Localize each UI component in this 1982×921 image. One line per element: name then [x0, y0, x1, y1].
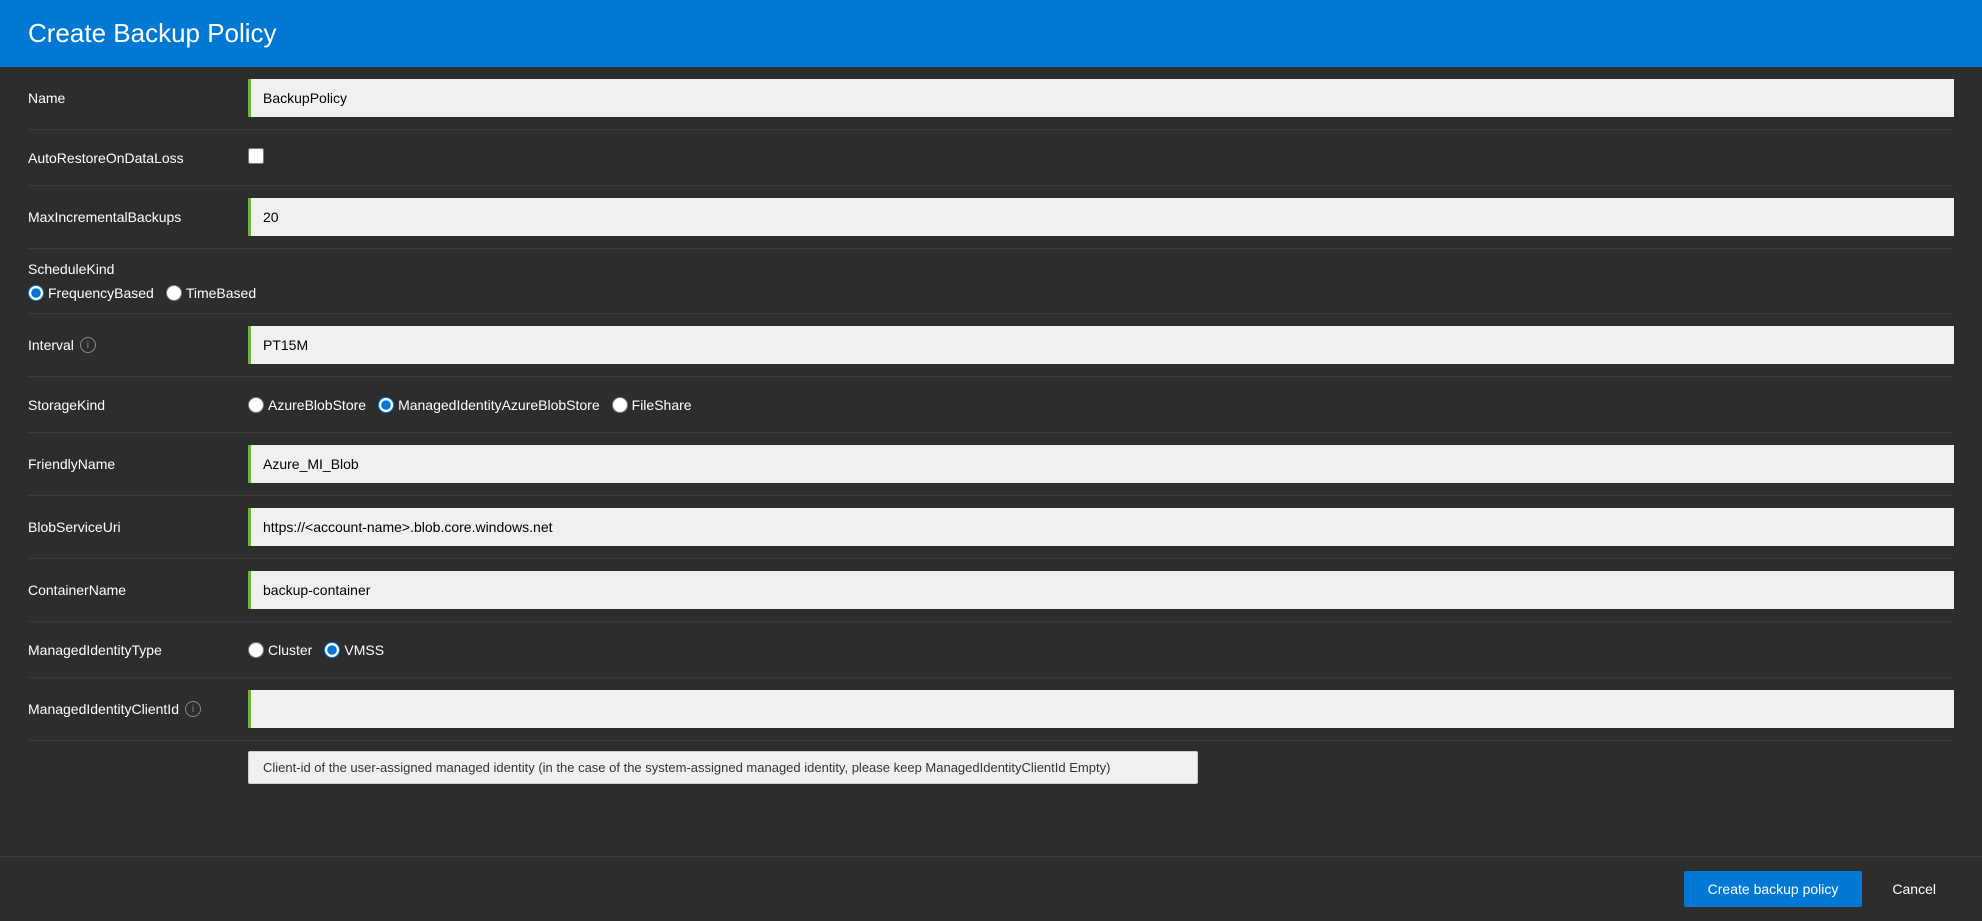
storage-fileshare-label: FileShare: [632, 397, 692, 413]
interval-label: Interval i: [28, 337, 248, 353]
auto-restore-row: AutoRestoreOnDataLoss: [28, 130, 1954, 186]
max-incremental-input[interactable]: [248, 198, 1954, 236]
managed-identity-vmss-label: VMSS: [344, 642, 384, 658]
schedule-kind-label: ScheduleKind: [28, 261, 1954, 277]
create-backup-policy-button[interactable]: Create backup policy: [1684, 871, 1863, 907]
auto-restore-control: [248, 148, 1954, 167]
managed-identity-info-icon: i: [185, 701, 201, 717]
interval-info-icon: i: [80, 337, 96, 353]
friendly-name-row: FriendlyName: [28, 433, 1954, 496]
dialog-body: Name AutoRestoreOnDataLoss MaxIncrementa…: [0, 67, 1982, 856]
schedule-frequency-option[interactable]: FrequencyBased: [28, 285, 154, 301]
blob-service-uri-label: BlobServiceUri: [28, 519, 248, 535]
container-name-control: [248, 571, 1954, 609]
cancel-button[interactable]: Cancel: [1874, 871, 1954, 907]
managed-identity-cluster-radio[interactable]: [248, 642, 264, 658]
managed-identity-tooltip: Client-id of the user-assigned managed i…: [248, 751, 1198, 784]
dialog-header: Create Backup Policy: [0, 0, 1982, 67]
schedule-time-label: TimeBased: [186, 285, 256, 301]
managed-identity-client-id-control: [248, 690, 1954, 728]
blob-service-uri-input[interactable]: [248, 508, 1954, 546]
schedule-frequency-radio[interactable]: [28, 285, 44, 301]
managed-identity-vmss-radio[interactable]: [324, 642, 340, 658]
auto-restore-checkbox[interactable]: [248, 148, 264, 164]
max-incremental-label: MaxIncrementalBackups: [28, 209, 248, 225]
storage-managed-option[interactable]: ManagedIdentityAzureBlobStore: [378, 397, 600, 413]
storage-managed-label: ManagedIdentityAzureBlobStore: [398, 397, 600, 413]
blob-service-uri-control: [248, 508, 1954, 546]
name-label: Name: [28, 90, 248, 106]
container-name-label: ContainerName: [28, 582, 248, 598]
storage-kind-row: StorageKind AzureBlobStore ManagedIdenti…: [28, 377, 1954, 433]
interval-row: Interval i: [28, 314, 1954, 377]
container-name-input[interactable]: [248, 571, 1954, 609]
storage-kind-radio-group: AzureBlobStore ManagedIdentityAzureBlobS…: [248, 397, 1954, 413]
managed-identity-type-row: ManagedIdentityType Cluster VMSS: [28, 622, 1954, 678]
interval-input[interactable]: [248, 326, 1954, 364]
schedule-time-option[interactable]: TimeBased: [166, 285, 256, 301]
friendly-name-input[interactable]: [248, 445, 1954, 483]
name-control-area: [248, 79, 1954, 117]
storage-fileshare-option[interactable]: FileShare: [612, 397, 692, 413]
schedule-frequency-label: FrequencyBased: [48, 285, 154, 301]
schedule-kind-radio-group: FrequencyBased TimeBased: [28, 285, 1954, 301]
managed-identity-type-radio-group: Cluster VMSS: [248, 642, 1954, 658]
schedule-time-radio[interactable]: [166, 285, 182, 301]
dialog-title: Create Backup Policy: [28, 18, 1954, 49]
tooltip-area: Client-id of the user-assigned managed i…: [28, 741, 1954, 798]
storage-managed-radio[interactable]: [378, 397, 394, 413]
storage-kind-label: StorageKind: [28, 397, 248, 413]
interval-control: [248, 326, 1954, 364]
container-name-row: ContainerName: [28, 559, 1954, 622]
managed-identity-client-id-row: ManagedIdentityClientId i: [28, 678, 1954, 741]
storage-azure-option[interactable]: AzureBlobStore: [248, 397, 366, 413]
friendly-name-label: FriendlyName: [28, 456, 248, 472]
storage-fileshare-radio[interactable]: [612, 397, 628, 413]
managed-identity-vmss-option[interactable]: VMSS: [324, 642, 384, 658]
storage-kind-control: AzureBlobStore ManagedIdentityAzureBlobS…: [248, 397, 1954, 413]
managed-identity-type-label: ManagedIdentityType: [28, 642, 248, 658]
storage-azure-label: AzureBlobStore: [268, 397, 366, 413]
name-input[interactable]: [248, 79, 1954, 117]
schedule-kind-row: ScheduleKind FrequencyBased TimeBased: [28, 249, 1954, 314]
managed-identity-type-control: Cluster VMSS: [248, 642, 1954, 658]
max-incremental-control: [248, 198, 1954, 236]
friendly-name-control: [248, 445, 1954, 483]
managed-identity-client-id-input[interactable]: [248, 690, 1954, 728]
storage-azure-radio[interactable]: [248, 397, 264, 413]
name-row: Name: [28, 67, 1954, 130]
auto-restore-label: AutoRestoreOnDataLoss: [28, 150, 248, 166]
create-backup-policy-dialog: Create Backup Policy Name AutoRestoreOnD…: [0, 0, 1982, 921]
max-incremental-row: MaxIncrementalBackups: [28, 186, 1954, 249]
managed-identity-cluster-option[interactable]: Cluster: [248, 642, 312, 658]
managed-identity-cluster-label: Cluster: [268, 642, 312, 658]
managed-identity-client-id-label: ManagedIdentityClientId i: [28, 701, 248, 717]
dialog-footer: Create backup policy Cancel: [0, 856, 1982, 921]
blob-service-uri-row: BlobServiceUri: [28, 496, 1954, 559]
